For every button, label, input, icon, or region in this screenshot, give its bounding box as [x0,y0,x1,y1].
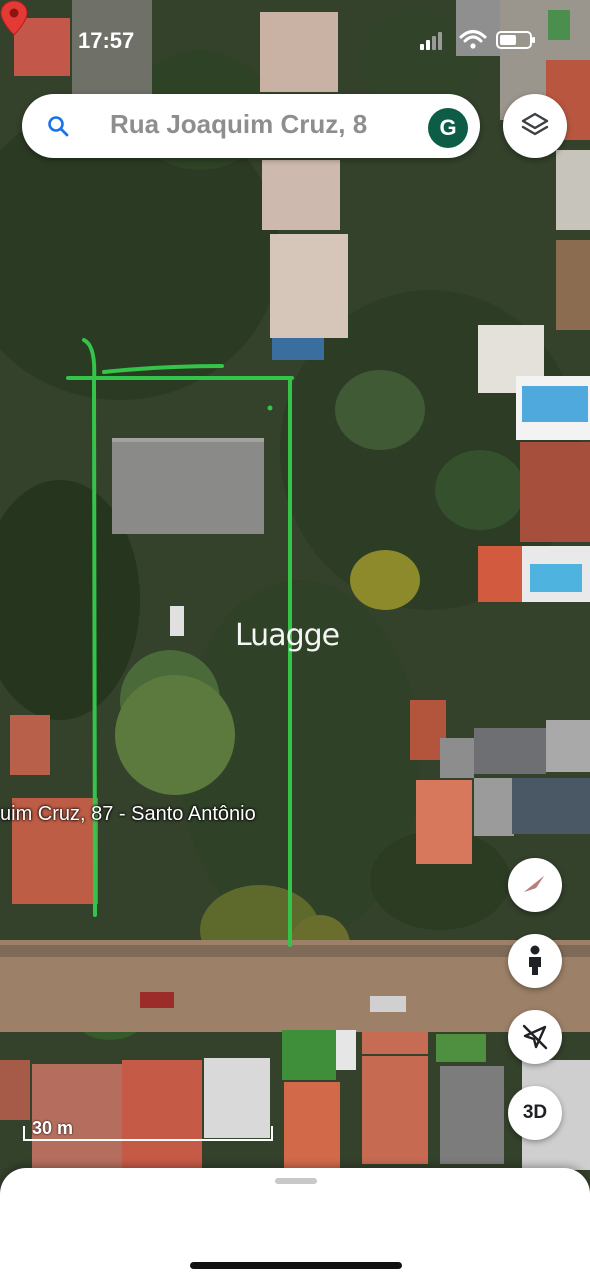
street-view-button[interactable] [508,934,562,988]
three-d-button[interactable]: 3D [508,1086,562,1140]
status-bar: 17:57 [0,0,590,80]
watermark: Luagge [235,618,340,653]
compass-button[interactable] [508,858,562,912]
place-label[interactable]: uim Cruz, 87 - Santo Antônio [0,803,256,826]
sheet-drag-handle[interactable] [275,1178,317,1184]
status-time: 17:57 [78,28,135,53]
boundary-top-scribble [102,364,224,374]
navigation-off-button[interactable] [508,1010,562,1064]
search-query[interactable]: Rua Joaquim Cruz, 8 [110,109,422,140]
layers-icon [521,112,549,136]
home-indicator [190,1262,402,1269]
compass-icon [524,876,544,892]
wifi-icon [459,30,487,49]
satellite-map[interactable]: Luagge uim Cruz, 87 - Santo Antônio 30 m [0,0,590,1190]
navigation-off-icon [522,1024,548,1050]
signal-icon [420,32,442,50]
layers-button[interactable] [503,94,567,158]
lot-boundary-annotation [66,338,294,947]
bottom-sheet[interactable] [0,1168,590,1280]
pegman-icon [529,945,541,975]
map-scale: 30 m [22,1118,274,1144]
search-icon[interactable] [44,112,72,140]
account-avatar[interactable]: G [428,108,468,148]
boundary-left-line [82,338,97,917]
search-bar[interactable]: Rua Joaquim Cruz, 8 [22,94,480,158]
scale-bar [23,1126,273,1141]
battery-icon [496,31,535,49]
